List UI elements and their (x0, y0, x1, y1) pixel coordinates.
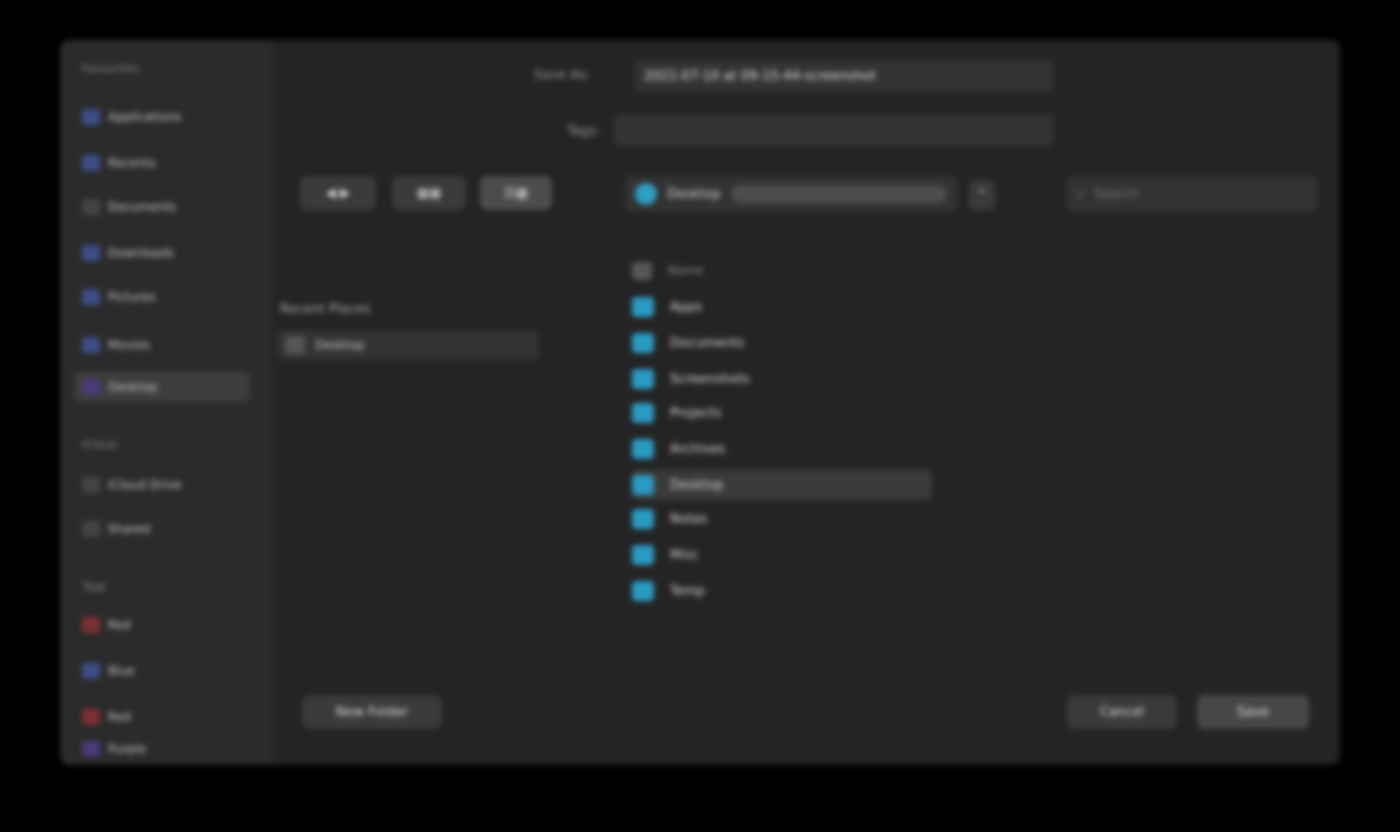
list-item[interactable]: Temp (632, 576, 932, 606)
download-icon (82, 245, 100, 261)
list-view-button[interactable]: ☰▦ (480, 176, 552, 210)
save-as-label: Save As: (534, 68, 591, 83)
movies-icon (82, 337, 100, 353)
sidebar-item-documents[interactable]: Documents (74, 192, 250, 222)
folder-icon (632, 475, 654, 495)
folder-icon (632, 262, 652, 280)
chevron-up-icon[interactable]: ⌃ (969, 180, 995, 210)
sidebar-header-tags: Tags (82, 580, 107, 593)
sidebar-item-applications[interactable]: Applications (74, 102, 250, 132)
list-item[interactable]: Apps (632, 292, 932, 322)
save-dialog-window: Favourites Applications Recents Document… (60, 40, 1340, 765)
list-item[interactable]: Notes (632, 504, 932, 534)
sidebar-item-desktop[interactable]: Desktop (74, 372, 250, 402)
tag-icon (82, 663, 100, 679)
list-item[interactable]: Misc (632, 540, 932, 570)
list-item[interactable]: Screenshots (632, 364, 932, 394)
cloud-icon (82, 477, 100, 493)
shared-icon (82, 521, 100, 537)
folder-icon (285, 336, 305, 354)
folder-icon (632, 297, 654, 317)
folder-icon (632, 403, 654, 423)
folder-icon (632, 333, 654, 353)
folder-icon (632, 369, 654, 389)
location-path-bar (730, 185, 947, 203)
sidebar-item-tag-blue[interactable]: Blue (74, 656, 250, 686)
sidebar-item-tag-purple[interactable]: Purple (74, 734, 250, 764)
recent-places-label: Recent Places (280, 302, 371, 317)
grid-view-button[interactable]: ▦▦ (392, 176, 466, 210)
apps-icon (82, 109, 100, 125)
sidebar-item-shared[interactable]: Shared (74, 514, 250, 544)
sidebar-item-downloads[interactable]: Downloads (74, 238, 250, 268)
doc-icon (82, 199, 100, 215)
search-input[interactable] (1092, 185, 1277, 203)
folder-icon (635, 183, 657, 205)
sidebar-item-tag-red[interactable]: Red (74, 610, 250, 640)
save-as-field[interactable]: 2021-07-10 at 09-15-44-screenshot (634, 60, 1054, 92)
list-item[interactable]: Documents (632, 328, 932, 358)
cancel-button[interactable]: Cancel (1067, 695, 1177, 729)
recent-place-item[interactable]: Desktop (277, 330, 539, 360)
desktop-icon (82, 379, 100, 395)
new-folder-button[interactable]: New Folder (302, 695, 442, 729)
list-header[interactable]: Name (632, 262, 703, 280)
back-forward-button[interactable]: ◀ ▶ (300, 176, 376, 210)
list-item[interactable]: Projects (632, 398, 932, 428)
clock-icon (82, 155, 100, 171)
tag-icon (82, 741, 100, 757)
list-item-selected[interactable]: Desktop (632, 470, 932, 500)
sidebar-item-icloud-drive[interactable]: iCloud Drive (74, 470, 250, 500)
sidebar-header-favourites: Favourites (82, 62, 139, 75)
folder-icon (632, 509, 654, 529)
tag-icon (82, 617, 100, 633)
sidebar-header-icloud: iCloud (82, 438, 117, 451)
save-button[interactable]: Save (1197, 695, 1309, 729)
sidebar-item-tag-red-2[interactable]: Red (74, 702, 250, 732)
pictures-icon (82, 289, 100, 305)
folder-icon (632, 545, 654, 565)
location-label: Desktop (667, 186, 721, 202)
list-item[interactable]: Archives (632, 434, 932, 464)
search-icon: ⌕ (1077, 186, 1085, 202)
sidebar: Favourites Applications Recents Document… (60, 40, 272, 765)
location-select[interactable]: Desktop (625, 176, 957, 212)
tags-field[interactable] (614, 114, 1054, 146)
sidebar-item-pictures[interactable]: Pictures (74, 282, 250, 312)
folder-icon (632, 581, 654, 601)
search-box[interactable]: ⌕ (1067, 176, 1317, 212)
main-panel: Save As: 2021-07-10 at 09-15-44-screensh… (272, 40, 1340, 765)
tags-label: Tags: (567, 124, 601, 139)
folder-icon (632, 439, 654, 459)
sidebar-item-movies[interactable]: Movies (74, 330, 250, 360)
sidebar-item-recents[interactable]: Recents (74, 148, 250, 178)
tag-icon (82, 709, 100, 725)
